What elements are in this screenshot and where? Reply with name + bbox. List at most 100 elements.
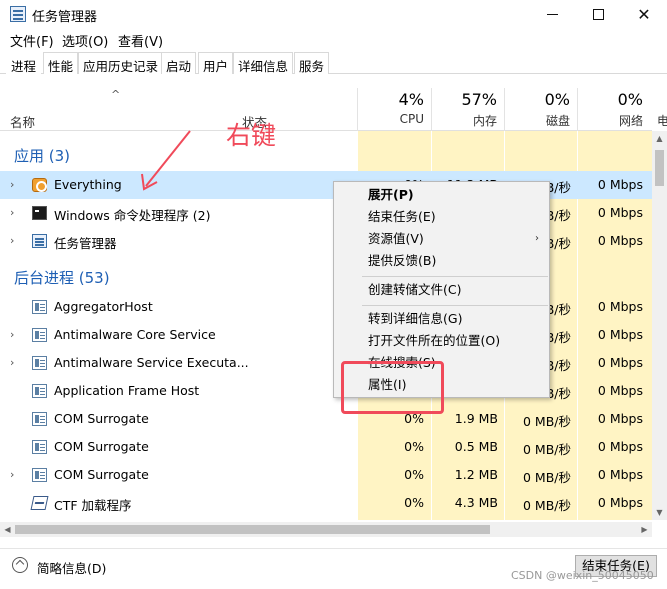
network-value: 0 Mbps	[597, 411, 643, 426]
chevron-right-icon[interactable]: ›	[10, 178, 14, 191]
network-value: 0 Mbps	[597, 495, 643, 510]
chevron-right-icon[interactable]: ›	[10, 468, 14, 481]
scroll-up-icon[interactable]: ▲	[652, 131, 667, 146]
table-row[interactable]: CTF 加载程序 0% 4.3 MB 0 MB/秒 0 Mbps	[0, 489, 652, 517]
service-icon	[32, 328, 47, 342]
service-icon	[32, 440, 47, 454]
table-row[interactable]: › Windows 命令处理程序 (2) 0% 0 MB/秒 0 Mbps	[0, 199, 652, 227]
network-value: 0 Mbps	[597, 439, 643, 454]
table-row[interactable]: › Antimalware Core Service 0 MB/秒 0 Mbps	[0, 321, 652, 349]
chevron-right-icon[interactable]: ›	[10, 206, 14, 219]
menu-divider	[362, 305, 548, 306]
scroll-right-icon[interactable]: ▶	[637, 522, 652, 537]
network-value: 0 Mbps	[597, 327, 643, 342]
menu-view[interactable]: 查看(V)	[118, 31, 163, 50]
vertical-scroll-thumb[interactable]	[655, 150, 664, 186]
maximize-icon	[592, 8, 604, 20]
tab-services[interactable]: 服务	[294, 52, 330, 74]
annotation-label: 右键	[226, 121, 277, 150]
horizontal-scrollbar[interactable]: ◀ ▶	[0, 522, 652, 537]
table-row[interactable]: COM Surrogate 0% 0.5 MB 0 MB/秒 0 Mbps	[0, 433, 652, 461]
process-name: COM Surrogate	[54, 467, 149, 482]
menu-item-go-to-details[interactable]: 转到详细信息(G)	[334, 308, 549, 330]
process-name: COM Surrogate	[54, 439, 149, 454]
process-name: Application Frame Host	[54, 383, 200, 398]
cpu-total[interactable]: 4%	[364, 90, 424, 109]
table-row[interactable]: Application Frame Host 0 MB/秒 0 Mbps	[0, 377, 652, 405]
maximize-button[interactable]	[575, 0, 621, 28]
process-name: Windows 命令处理程序 (2)	[54, 208, 211, 223]
column-name[interactable]: 名称	[10, 112, 35, 131]
cpu-value: 0%	[404, 439, 424, 454]
column-divider[interactable]	[431, 88, 432, 131]
column-network[interactable]: 网络	[583, 112, 643, 129]
process-name: Antimalware Core Service	[54, 327, 216, 342]
tab-bar: 进程 性能 应用历史记录 启动 用户 详细信息 服务	[0, 52, 667, 74]
menu-item-open-file-location[interactable]: 打开文件所在的位置(O)	[334, 330, 549, 352]
tab-startup[interactable]: 启动	[161, 52, 197, 74]
tab-users[interactable]: 用户	[198, 52, 234, 74]
column-divider[interactable]	[504, 88, 505, 131]
table-row[interactable]: › COM Surrogate 0% 1.2 MB 0 MB/秒 0 Mbps	[0, 461, 652, 489]
chevron-right-icon[interactable]: ›	[10, 356, 14, 369]
table-row[interactable]: AggregatorHost 0 MB/秒 0 Mbps	[0, 293, 652, 321]
memory-total[interactable]: 57%	[437, 90, 497, 109]
tab-app-history[interactable]: 应用历史记录	[78, 52, 164, 74]
fewer-details-link[interactable]: 简略信息(D)	[37, 558, 106, 577]
task-manager-icon	[10, 6, 26, 22]
section-apps: 应用 (3)	[14, 147, 71, 165]
column-cpu[interactable]: CPU	[364, 112, 424, 126]
menu-file[interactable]: 文件(F)	[10, 31, 54, 50]
column-divider[interactable]	[357, 88, 358, 131]
scroll-left-icon[interactable]: ◀	[0, 522, 15, 537]
menu-options[interactable]: 选项(O)	[62, 31, 108, 50]
network-value: 0 Mbps	[597, 233, 643, 248]
network-value: 0 Mbps	[597, 355, 643, 370]
menu-item-end-task[interactable]: 结束任务(E)	[334, 206, 549, 228]
menu-item-create-dump[interactable]: 创建转储文件(C)	[334, 279, 549, 301]
service-icon	[32, 300, 47, 314]
cpu-value: 0%	[404, 467, 424, 482]
table-row[interactable]: › Antimalware Service Executa... 0 MB/秒 …	[0, 349, 652, 377]
close-button[interactable]: ✕	[621, 0, 667, 28]
table-row[interactable]: › Everything 0% 11.2 MB 0.1 MB/秒 0 Mbps	[0, 171, 652, 199]
memory-value: 1.2 MB	[454, 467, 498, 482]
chevron-right-icon[interactable]: ›	[10, 234, 14, 247]
window-title: 任务管理器	[32, 10, 98, 25]
chevron-right-icon[interactable]: ›	[10, 328, 14, 341]
tab-performance[interactable]: 性能	[43, 52, 79, 74]
table-row[interactable]: › 任务管理器 0 MB/秒 0 Mbps	[0, 227, 652, 255]
tab-details[interactable]: 详细信息	[233, 52, 294, 74]
process-name: COM Surrogate	[54, 411, 149, 426]
collapse-up-icon[interactable]	[12, 557, 28, 573]
scroll-down-icon[interactable]: ▼	[652, 505, 667, 520]
vertical-scrollbar[interactable]: ▲ ▼	[652, 131, 667, 520]
ctf-loader-icon	[30, 496, 49, 510]
menu-item-expand[interactable]: 展开(P)	[334, 184, 549, 206]
menu-item-feedback[interactable]: 提供反馈(B)	[334, 250, 549, 272]
horizontal-scroll-thumb[interactable]	[15, 525, 490, 534]
process-table: 应用 (3) › Everything 0% 11.2 MB 0.1 MB/秒 …	[0, 131, 652, 520]
column-divider[interactable]	[577, 88, 578, 131]
minimize-button[interactable]	[529, 0, 575, 28]
table-row[interactable]: COM Surrogate 0% 1.9 MB 0 MB/秒 0 Mbps	[0, 405, 652, 433]
menu-divider	[362, 276, 548, 277]
annotation-highlight-box	[341, 361, 444, 414]
network-value: 0 Mbps	[597, 299, 643, 314]
disk-total[interactable]: 0%	[510, 90, 570, 109]
column-header: ^ 名称 状态 4% CPU 57% 内存 0% 磁盘 0% 网络	[0, 88, 652, 131]
network-value: 0 Mbps	[597, 177, 643, 192]
process-name: Antimalware Service Executa...	[54, 355, 249, 370]
tab-processes[interactable]: 进程	[6, 52, 42, 74]
menu-item-resource-values[interactable]: 资源值(V) ›	[334, 228, 549, 250]
network-value: 0 Mbps	[597, 383, 643, 398]
task-manager-icon	[32, 234, 47, 248]
watermark: CSDN @weixin_50045050	[511, 569, 654, 582]
disk-value: 0 MB/秒	[523, 498, 571, 513]
process-name: AggregatorHost	[54, 299, 153, 314]
column-power-label: 电	[657, 114, 667, 128]
column-disk[interactable]: 磁盘	[510, 112, 570, 129]
column-memory[interactable]: 内存	[437, 112, 497, 129]
network-total[interactable]: 0%	[583, 90, 643, 109]
service-icon	[32, 412, 47, 426]
